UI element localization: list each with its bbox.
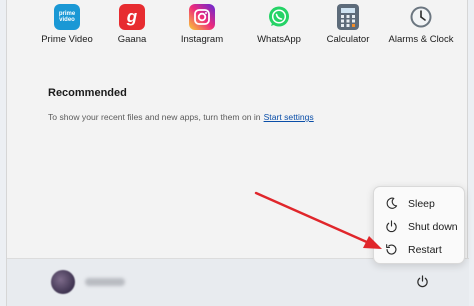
shutdown-label: Shut down	[408, 220, 458, 233]
restart-icon	[384, 243, 398, 257]
calculator-icon	[337, 4, 359, 30]
app-label: Calculator	[326, 34, 370, 45]
restart-menu-item[interactable]: Restart	[378, 238, 462, 261]
power-menu: Sleep Shut down Restart	[373, 186, 465, 264]
whatsapp-icon	[266, 4, 292, 30]
sleep-menu-item[interactable]: Sleep	[378, 192, 462, 215]
app-calculator[interactable]: Calculator	[310, 4, 386, 52]
app-label: Prime Video	[41, 34, 93, 45]
username-blurred[interactable]	[85, 278, 125, 286]
recommended-heading: Recommended	[48, 87, 127, 99]
restart-label: Restart	[408, 243, 442, 256]
prime-video-logo-text: prime video	[58, 11, 76, 23]
shutdown-menu-item[interactable]: Shut down	[378, 215, 462, 238]
app-instagram[interactable]: Instagram	[164, 4, 240, 52]
app-label: WhatsApp	[257, 34, 301, 45]
gaana-logo-text: g	[126, 7, 138, 26]
app-label: Instagram	[180, 34, 224, 45]
power-icon	[416, 275, 429, 293]
app-whatsapp[interactable]: WhatsApp	[241, 4, 317, 52]
instagram-icon	[189, 4, 215, 30]
recommended-description: To show your recent files and new apps, …	[48, 112, 314, 122]
sleep-label: Sleep	[408, 197, 435, 210]
app-alarms-clock[interactable]: Alarms & Clock	[383, 4, 459, 52]
clock-icon	[408, 4, 434, 30]
moon-icon	[384, 197, 398, 211]
pinned-apps-grid: prime video Prime Video g Gaana Instagra…	[7, 4, 469, 54]
app-label: Gaana	[117, 34, 147, 45]
power-icon	[384, 220, 398, 234]
prime-video-icon: prime video	[54, 4, 80, 30]
avatar[interactable]	[51, 270, 75, 294]
user-footer	[7, 258, 469, 306]
power-button[interactable]	[411, 273, 433, 295]
app-label: Alarms & Clock	[388, 34, 454, 45]
start-settings-link[interactable]: Start settings	[264, 112, 314, 122]
app-gaana[interactable]: g Gaana	[94, 4, 170, 52]
recommended-description-text: To show your recent files and new apps, …	[48, 112, 261, 122]
gaana-icon: g	[119, 4, 145, 30]
